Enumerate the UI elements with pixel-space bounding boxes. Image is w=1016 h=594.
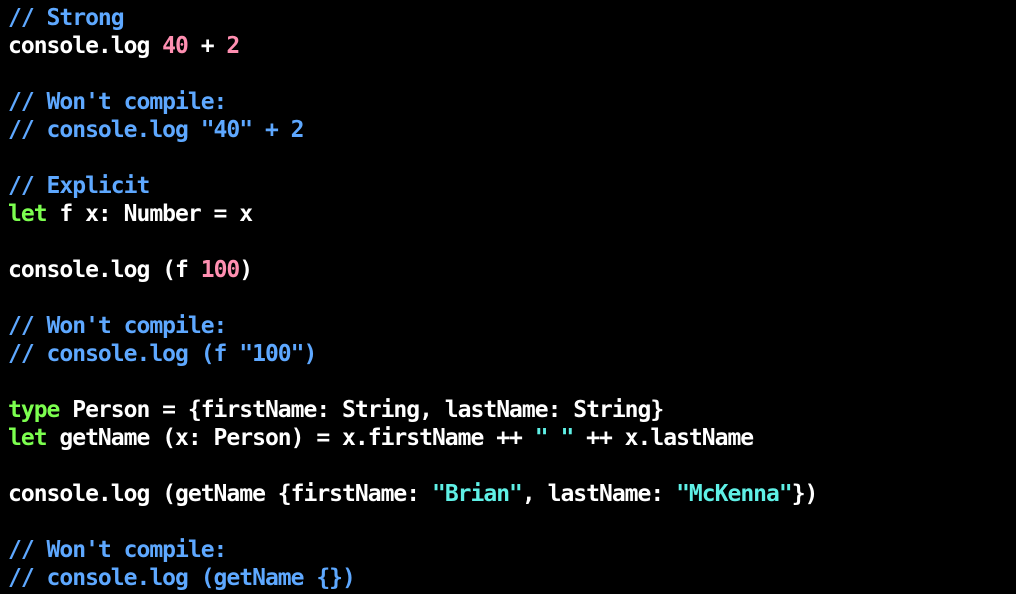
- code-line: console.log 40 + 2: [8, 32, 1016, 60]
- code-line: // console.log "40" + 2: [8, 116, 1016, 144]
- code-token-plain: console.log (getName {firstName:: [8, 481, 432, 507]
- code-token-plain: ++ x.lastName: [573, 425, 754, 451]
- code-line: console.log (f 100): [8, 256, 1016, 284]
- code-editor[interactable]: // Strong console.log 40 + 2 // Won't com…: [8, 4, 1016, 594]
- code-token-plain: , lastName:: [521, 481, 677, 507]
- code-token-string: "Brian": [431, 481, 523, 507]
- code-token-comment: // Won't compile:: [8, 89, 227, 115]
- code-token-number: 100: [200, 257, 241, 283]
- code-line: // Strong: [8, 4, 1016, 32]
- code-token-plain: }): [791, 481, 819, 507]
- code-token-plain: f x: Number = x: [46, 201, 253, 227]
- code-line: // console.log (getName {}): [8, 564, 1016, 592]
- code-token-keyword: type: [8, 397, 60, 423]
- code-token-comment: // Strong: [8, 5, 125, 31]
- code-token-plain: console.log (f: [8, 257, 201, 283]
- code-token-comment: // console.log (getName {}): [8, 565, 356, 591]
- code-line: let f x: Number = x: [8, 200, 1016, 228]
- code-line: // Won't compile:: [8, 536, 1016, 564]
- code-token-comment: // console.log "40" + 2: [8, 117, 304, 143]
- code-line: type Person = {firstName: String, lastNa…: [8, 396, 1016, 424]
- code-token-plain: Person = {firstName: String, lastName: S…: [59, 397, 664, 423]
- code-token-keyword: let: [8, 201, 48, 227]
- code-token-keyword: let: [8, 425, 48, 451]
- code-line: console.log (getName {firstName: "Brian"…: [8, 480, 1016, 508]
- code-token-plain: console.log: [8, 33, 163, 59]
- code-line: // Explicit: [8, 172, 1016, 200]
- code-line: // Won't compile:: [8, 312, 1016, 340]
- code-line: let getName (x: Person) = x.firstName ++…: [8, 424, 1016, 452]
- code-token-comment: // Won't compile:: [8, 313, 227, 339]
- code-line: // Won't compile:: [8, 88, 1016, 116]
- code-token-string: "McKenna": [676, 481, 793, 507]
- code-token-number: 2: [226, 33, 240, 59]
- code-token-plain: ): [239, 257, 253, 283]
- code-token-comment: // Explicit: [8, 173, 150, 199]
- code-token-comment: // Won't compile:: [8, 537, 227, 563]
- code-token-string: " ": [534, 425, 575, 451]
- code-token-plain: getName (x: Person) = x.firstName ++: [46, 425, 535, 451]
- code-token-number: 40: [162, 33, 189, 59]
- code-line: // console.log (f "100"): [8, 340, 1016, 368]
- code-token-plain: +: [187, 33, 227, 59]
- code-token-comment: // console.log (f "100"): [8, 341, 317, 367]
